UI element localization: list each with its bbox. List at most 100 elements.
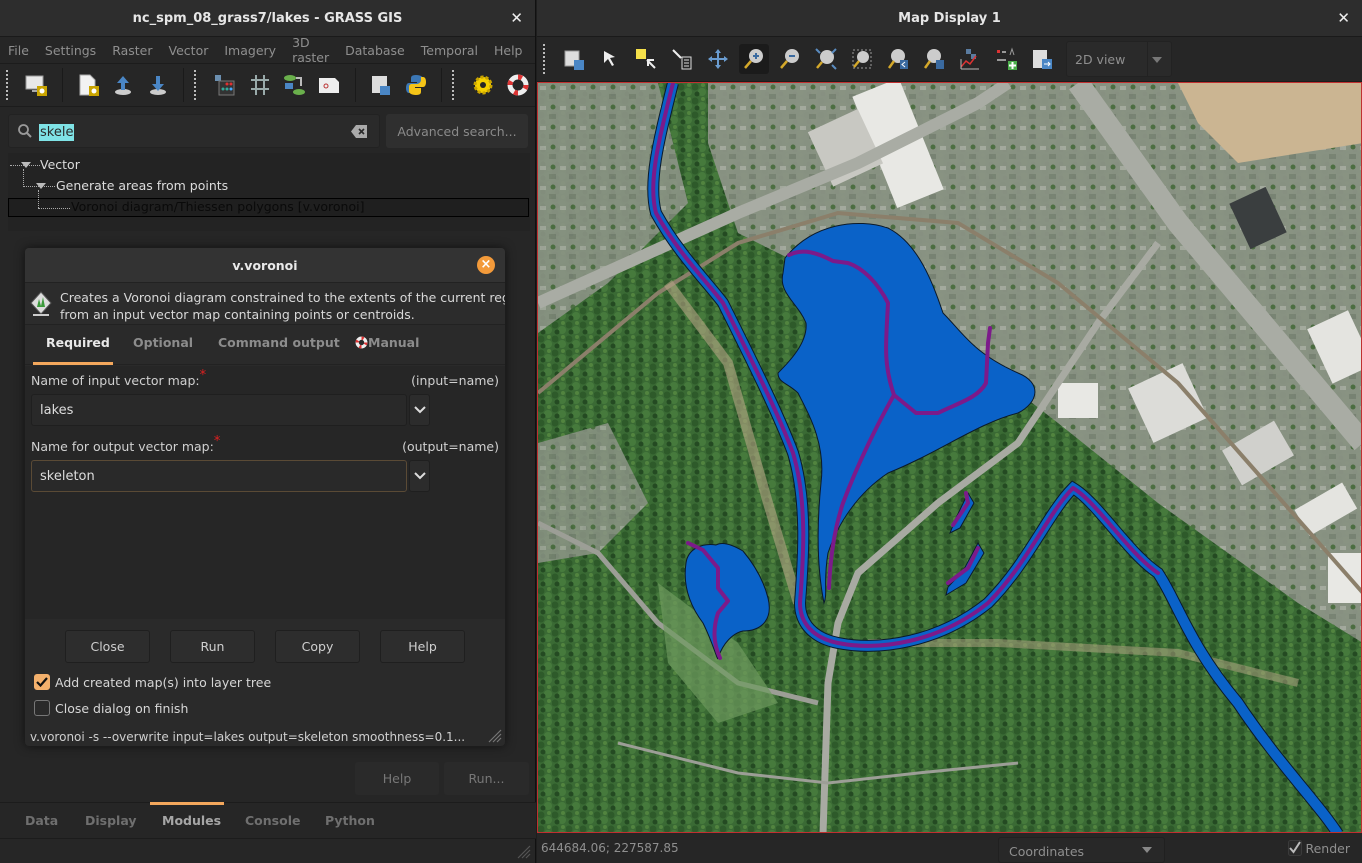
raster-calculator-button[interactable]: [210, 70, 239, 100]
tab-display[interactable]: Display: [85, 813, 137, 828]
analyze-button[interactable]: [955, 44, 985, 74]
input-map-field[interactable]: [31, 394, 407, 426]
menu-vector[interactable]: Vector: [169, 43, 209, 58]
pointer-button[interactable]: [595, 44, 625, 74]
toolbar-grip[interactable]: [194, 70, 197, 100]
output-map-field[interactable]: [31, 460, 407, 492]
tab-modules[interactable]: Modules: [162, 813, 221, 828]
zoom-extent-button[interactable]: [811, 44, 841, 74]
zoom-out-button[interactable]: [775, 44, 805, 74]
clear-search-icon[interactable]: [351, 125, 367, 138]
select-vector-button[interactable]: [631, 44, 661, 74]
toolbar-grip[interactable]: [543, 44, 546, 74]
map-canvas[interactable]: [537, 82, 1362, 833]
graphical-modeler-button[interactable]: [280, 70, 309, 100]
menu-imagery[interactable]: Imagery: [224, 43, 276, 58]
open-workspace-button[interactable]: [109, 70, 138, 100]
new-workspace-button[interactable]: [74, 70, 103, 100]
menu-3d-raster[interactable]: 3D raster: [292, 35, 329, 65]
toolbar-grip[interactable]: [6, 70, 9, 100]
tab-manual[interactable]: Manual: [355, 335, 419, 350]
v-voronoi-dialog: v.voronoi × Creates a Voronoi diagram co…: [25, 248, 505, 746]
toolbar-grip[interactable]: [452, 70, 455, 100]
save-workspace-button[interactable]: [144, 70, 173, 100]
help-button[interactable]: Help: [380, 630, 465, 663]
close-on-finish-checkbox[interactable]: Close dialog on finish: [34, 700, 188, 716]
settings-button[interactable]: [468, 70, 497, 100]
georectifier-icon: [250, 75, 269, 95]
zoom-region-button[interactable]: [847, 44, 877, 74]
map-statusbar: 644684.06; 227587.85 Coordinates Render: [537, 833, 1362, 863]
tree-connector: [38, 190, 39, 208]
menu-settings[interactable]: Settings: [45, 43, 96, 58]
tab-console[interactable]: Console: [245, 813, 300, 828]
tree-node-vector[interactable]: Vector: [40, 157, 80, 172]
module-help-button[interactable]: Help: [355, 762, 439, 795]
tree-node-v-voronoi[interactable]: Voronoi diagram/Thiessen polygons [v.vor…: [71, 199, 364, 214]
dialog-resize-grip-icon[interactable]: [488, 729, 502, 743]
georectifier-button[interactable]: [245, 70, 274, 100]
run-button[interactable]: Run: [170, 630, 255, 663]
display-map-button[interactable]: [559, 44, 589, 74]
zoom-back-button[interactable]: [883, 44, 913, 74]
open-workspace-icon: [115, 76, 132, 95]
pan-button[interactable]: [703, 44, 733, 74]
add-to-layer-tree-checkbox[interactable]: Add created map(s) into layer tree: [34, 674, 271, 690]
checkbox-label: Add created map(s) into layer tree: [55, 674, 272, 690]
menu-file[interactable]: File: [8, 43, 29, 58]
tree-expand-icon[interactable]: [36, 183, 46, 189]
statusbar-mode-value: Coordinates: [1009, 844, 1085, 859]
tab-command-output[interactable]: Command output: [218, 335, 340, 350]
tree-expand-icon[interactable]: [21, 162, 31, 168]
checkbox-unchecked[interactable]: [34, 700, 50, 716]
tab-required[interactable]: Required: [46, 335, 110, 350]
new-map-display-button[interactable]: [22, 70, 51, 100]
menu-bar: File Settings Raster Vector Imagery 3D r…: [0, 35, 535, 65]
help-button[interactable]: [503, 70, 532, 100]
main-window: nc_spm_08_grass7/lakes - GRASS GIS ✕ Fil…: [0, 0, 536, 863]
input-map-dropdown[interactable]: [409, 394, 430, 426]
checkbox-checked[interactable]: [34, 674, 50, 690]
tree-node-generate-areas[interactable]: Generate areas from points: [56, 178, 228, 193]
zoom-menu-button[interactable]: [919, 44, 949, 74]
save-image-button[interactable]: [1027, 44, 1057, 74]
module-run-button[interactable]: Run...: [444, 762, 529, 795]
dialog-close-icon[interactable]: ×: [477, 256, 495, 274]
cartographic-composer-button[interactable]: [315, 70, 344, 100]
statusbar-mode-select[interactable]: Coordinates: [998, 837, 1165, 863]
menu-database[interactable]: Database: [345, 43, 405, 58]
dropdown-arrow-icon: [1152, 57, 1162, 63]
tab-python[interactable]: Python: [325, 813, 375, 828]
map-svg: [538, 83, 1361, 832]
window-resize-grip-icon[interactable]: [517, 845, 531, 859]
chevron-down-icon: [413, 406, 426, 414]
menu-help[interactable]: Help: [494, 43, 523, 58]
launch-script-button[interactable]: [367, 70, 396, 100]
manual-lifebuoy-icon: [355, 336, 368, 349]
python-shell-button[interactable]: [402, 70, 431, 100]
query-button[interactable]: [667, 44, 697, 74]
active-tab-indicator: [33, 362, 113, 365]
new-map-display-icon: [25, 75, 48, 96]
copy-button[interactable]: Copy: [275, 630, 360, 663]
search-input[interactable]: skele: [39, 124, 75, 141]
zoom-in-button[interactable]: [739, 44, 769, 74]
module-search-box[interactable]: skele: [8, 114, 380, 148]
tab-data[interactable]: Data: [25, 813, 58, 828]
command-preview: v.voronoi -s --overwrite input=lakes out…: [30, 730, 466, 744]
menu-raster[interactable]: Raster: [112, 43, 152, 58]
close-icon[interactable]: ✕: [1337, 9, 1350, 27]
view-mode-select[interactable]: 2D view: [1066, 41, 1172, 77]
tab-optional[interactable]: Optional: [133, 335, 193, 350]
decorations-button[interactable]: [991, 44, 1021, 74]
close-button[interactable]: Close: [65, 630, 150, 663]
active-tab-indicator: [150, 802, 224, 805]
close-icon[interactable]: ✕: [510, 9, 523, 27]
output-map-dropdown[interactable]: [409, 460, 430, 492]
advanced-search-button[interactable]: Advanced search...: [386, 114, 528, 148]
render-checkbox[interactable]: Render: [1288, 840, 1350, 856]
map-window-title: Map Display 1: [898, 10, 1001, 26]
menu-temporal[interactable]: Temporal: [421, 43, 478, 58]
dialog-tabs: Required Optional Command output Manual: [25, 325, 505, 365]
cursor-coordinates: 644684.06; 227587.85: [541, 841, 679, 855]
